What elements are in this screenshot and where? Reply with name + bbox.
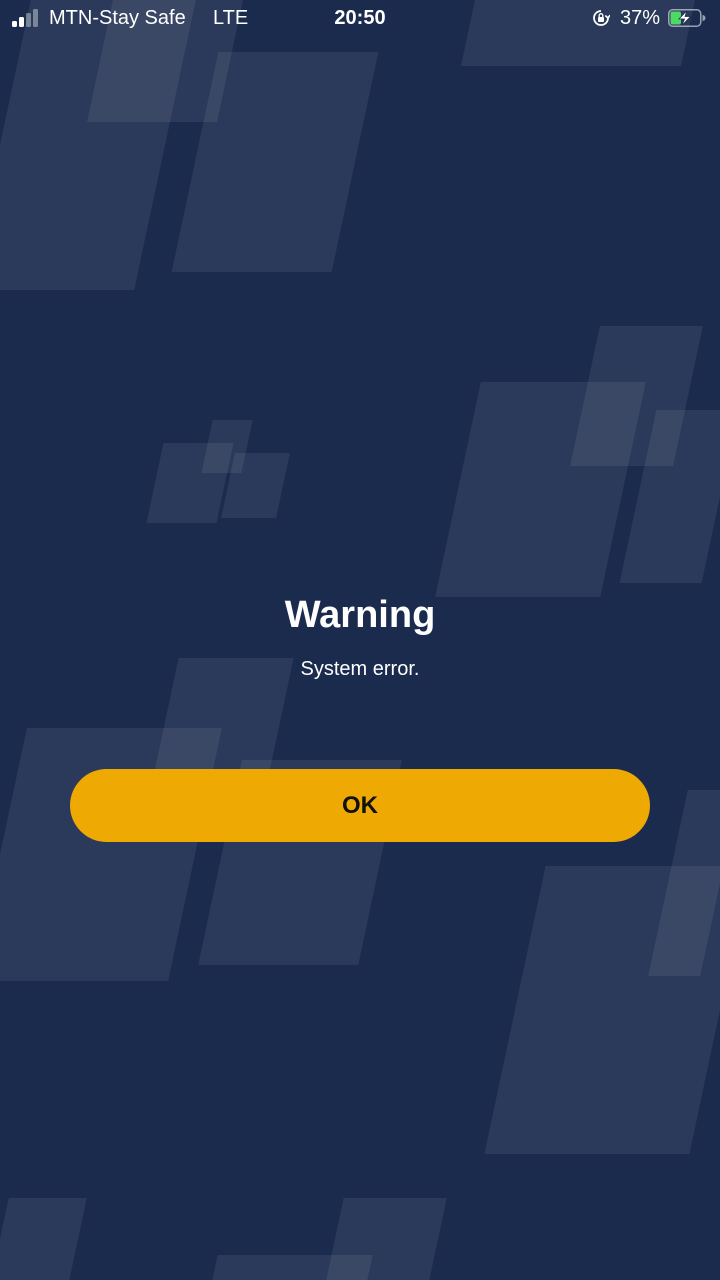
- battery-charging-icon: [668, 9, 706, 27]
- bg-shape: [0, 1198, 87, 1280]
- bg-shape: [435, 382, 646, 597]
- status-bar: MTN-Stay Safe LTE 20:50 37%: [0, 0, 720, 38]
- bg-shape: [0, 728, 222, 981]
- ok-button-label: OK: [342, 791, 378, 819]
- bg-shape: [212, 1255, 373, 1280]
- battery-percentage: 37%: [620, 7, 661, 29]
- dialog-title: Warning: [284, 594, 436, 636]
- ok-button[interactable]: OK: [70, 769, 650, 842]
- bg-shape: [0, 0, 196, 290]
- dialog-message: System error.: [300, 658, 420, 680]
- bg-shape: [484, 866, 720, 1154]
- status-time: 20:50: [334, 7, 386, 29]
- background-pattern: [0, 0, 720, 1280]
- rotation-lock-icon: [593, 10, 610, 26]
